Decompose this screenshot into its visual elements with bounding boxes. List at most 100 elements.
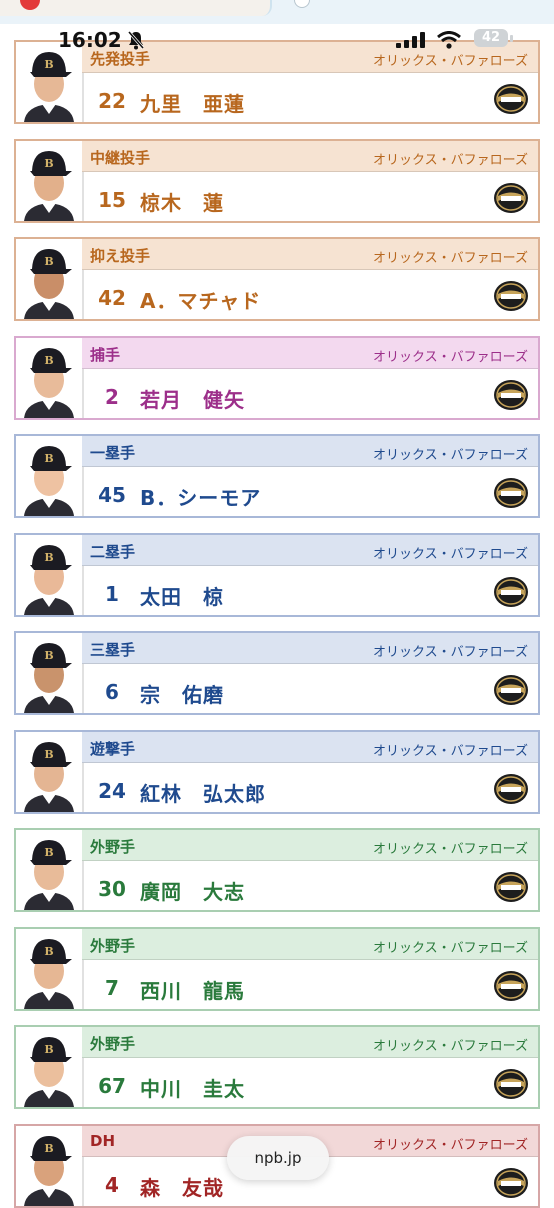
player-card[interactable]: B 外野手 オリックス・バファローズ 30 廣岡 大志: [14, 828, 540, 912]
position-label: 三塁手: [90, 641, 136, 659]
status-time: 16:02: [58, 28, 122, 52]
player-photo: B: [16, 436, 84, 516]
uniform-number: 67: [98, 1074, 126, 1098]
svg-text:B: B: [44, 945, 53, 958]
buffaloes-logo-icon: [494, 675, 528, 705]
cellular-signal-icon: [396, 32, 425, 48]
position-label: DH: [90, 1132, 116, 1150]
player-name[interactable]: 森 友哉: [140, 1172, 224, 1201]
player-card[interactable]: B 抑え投手 オリックス・バファローズ 42 A．マチャド: [14, 237, 540, 321]
player-name[interactable]: 西川 龍馬: [140, 975, 245, 1004]
player-card[interactable]: B 外野手 オリックス・バファローズ 7 西川 龍馬: [14, 927, 540, 1011]
svg-text:B: B: [44, 1043, 53, 1056]
player-name[interactable]: 廣岡 大志: [140, 876, 245, 905]
svg-text:B: B: [44, 649, 53, 662]
svg-text:B: B: [44, 354, 53, 367]
buffaloes-logo-icon: [494, 1168, 528, 1198]
player-name[interactable]: A．マチャド: [140, 285, 261, 314]
position-label: 一塁手: [90, 444, 136, 462]
player-name[interactable]: 紅林 弘太郎: [140, 778, 266, 807]
team-name: オリックス・バファローズ: [373, 251, 528, 266]
team-name: オリックス・バファローズ: [373, 941, 528, 956]
player-name[interactable]: 太田 椋: [140, 581, 224, 610]
player-card[interactable]: B 外野手 オリックス・バファローズ 67 中川 圭太: [14, 1025, 540, 1109]
player-card[interactable]: B 三塁手 オリックス・バファローズ 6 宗 佑磨: [14, 631, 540, 715]
position-label: 二塁手: [90, 543, 136, 561]
tab-strip-left[interactable]: [0, 0, 272, 16]
status-bar: 16:02 42: [0, 26, 554, 56]
player-photo: B: [16, 929, 84, 1009]
buffaloes-logo-icon: [494, 774, 528, 804]
player-card[interactable]: B 中継投手 オリックス・バファローズ 15 椋木 蓮: [14, 139, 540, 223]
position-label: 中継投手: [90, 149, 151, 167]
buffaloes-logo-icon: [494, 577, 528, 607]
buffaloes-logo-icon: [494, 84, 528, 114]
team-name: オリックス・バファローズ: [373, 350, 528, 365]
bell-muted-icon: [127, 31, 145, 50]
uniform-number: 45: [98, 483, 126, 507]
position-label: 外野手: [90, 1035, 136, 1053]
uniform-number: 4: [105, 1173, 119, 1197]
baseball-icon: [294, 0, 310, 8]
player-photo: B: [16, 239, 84, 319]
player-photo: B: [16, 732, 84, 812]
uniform-number: 24: [98, 779, 126, 803]
position-label: 遊撃手: [90, 740, 136, 758]
position-label: 外野手: [90, 838, 136, 856]
team-name: オリックス・バファローズ: [373, 1039, 528, 1054]
player-photo: B: [16, 830, 84, 910]
player-name[interactable]: 椋木 蓮: [140, 187, 224, 216]
player-name[interactable]: 宗 佑磨: [140, 679, 224, 708]
player-card[interactable]: B 捕手 オリックス・バファローズ 2 若月 健矢: [14, 336, 540, 420]
battery-indicator: 42: [474, 29, 508, 47]
wifi-icon: [437, 31, 461, 49]
player-photo: B: [16, 338, 84, 418]
team-name: オリックス・バファローズ: [373, 645, 528, 660]
team-name: オリックス・バファローズ: [373, 744, 528, 759]
position-header: 抑え投手 オリックス・バファローズ: [82, 239, 538, 270]
svg-text:B: B: [44, 551, 53, 564]
player-name[interactable]: 若月 健矢: [140, 384, 245, 413]
player-name[interactable]: B．シーモア: [140, 482, 261, 511]
position-label: 抑え投手: [90, 247, 151, 265]
uniform-number: 6: [105, 680, 119, 704]
svg-text:B: B: [44, 846, 53, 859]
svg-text:B: B: [44, 1142, 53, 1155]
uniform-number: 22: [98, 89, 126, 113]
buffaloes-logo-icon: [494, 183, 528, 213]
uniform-number: 30: [98, 877, 126, 901]
player-card[interactable]: B 一塁手 オリックス・バファローズ 45 B．シーモア: [14, 434, 540, 518]
url-bar[interactable]: npb.jp: [227, 1136, 329, 1180]
buffaloes-logo-icon: [494, 380, 528, 410]
position-label: 外野手: [90, 937, 136, 955]
player-photo: B: [16, 535, 84, 615]
buffaloes-logo-icon: [494, 1069, 528, 1099]
player-name[interactable]: 九里 亜蓮: [140, 88, 245, 117]
team-name: オリックス・バファローズ: [373, 842, 528, 857]
player-photo: B: [16, 633, 84, 713]
player-card[interactable]: B 二塁手 オリックス・バファローズ 1 太田 椋: [14, 533, 540, 617]
position-header: 二塁手 オリックス・バファローズ: [82, 535, 538, 566]
player-name[interactable]: 中川 圭太: [140, 1073, 245, 1102]
browser-top-strip: [0, 0, 554, 24]
uniform-number: 2: [105, 385, 119, 409]
position-label: 捕手: [90, 346, 121, 364]
buffaloes-logo-icon: [494, 281, 528, 311]
player-card[interactable]: B 遊撃手 オリックス・バファローズ 24 紅林 弘太郎: [14, 730, 540, 814]
buffaloes-logo-icon: [494, 872, 528, 902]
position-header: 中継投手 オリックス・バファローズ: [82, 141, 538, 172]
svg-text:B: B: [44, 157, 53, 170]
team-name: オリックス・バファローズ: [373, 448, 528, 463]
position-header: 外野手 オリックス・バファローズ: [82, 929, 538, 960]
position-header: 三塁手 オリックス・バファローズ: [82, 633, 538, 664]
svg-text:B: B: [44, 748, 53, 761]
team-name: オリックス・バファローズ: [373, 153, 528, 168]
svg-text:B: B: [44, 255, 53, 268]
player-photo: B: [16, 1126, 84, 1206]
position-header: 捕手 オリックス・バファローズ: [82, 338, 538, 369]
svg-text:B: B: [44, 58, 53, 71]
position-header: 一塁手 オリックス・バファローズ: [82, 436, 538, 467]
player-photo: B: [16, 1027, 84, 1107]
position-header: 遊撃手 オリックス・バファローズ: [82, 732, 538, 763]
team-name: オリックス・バファローズ: [373, 1138, 528, 1153]
